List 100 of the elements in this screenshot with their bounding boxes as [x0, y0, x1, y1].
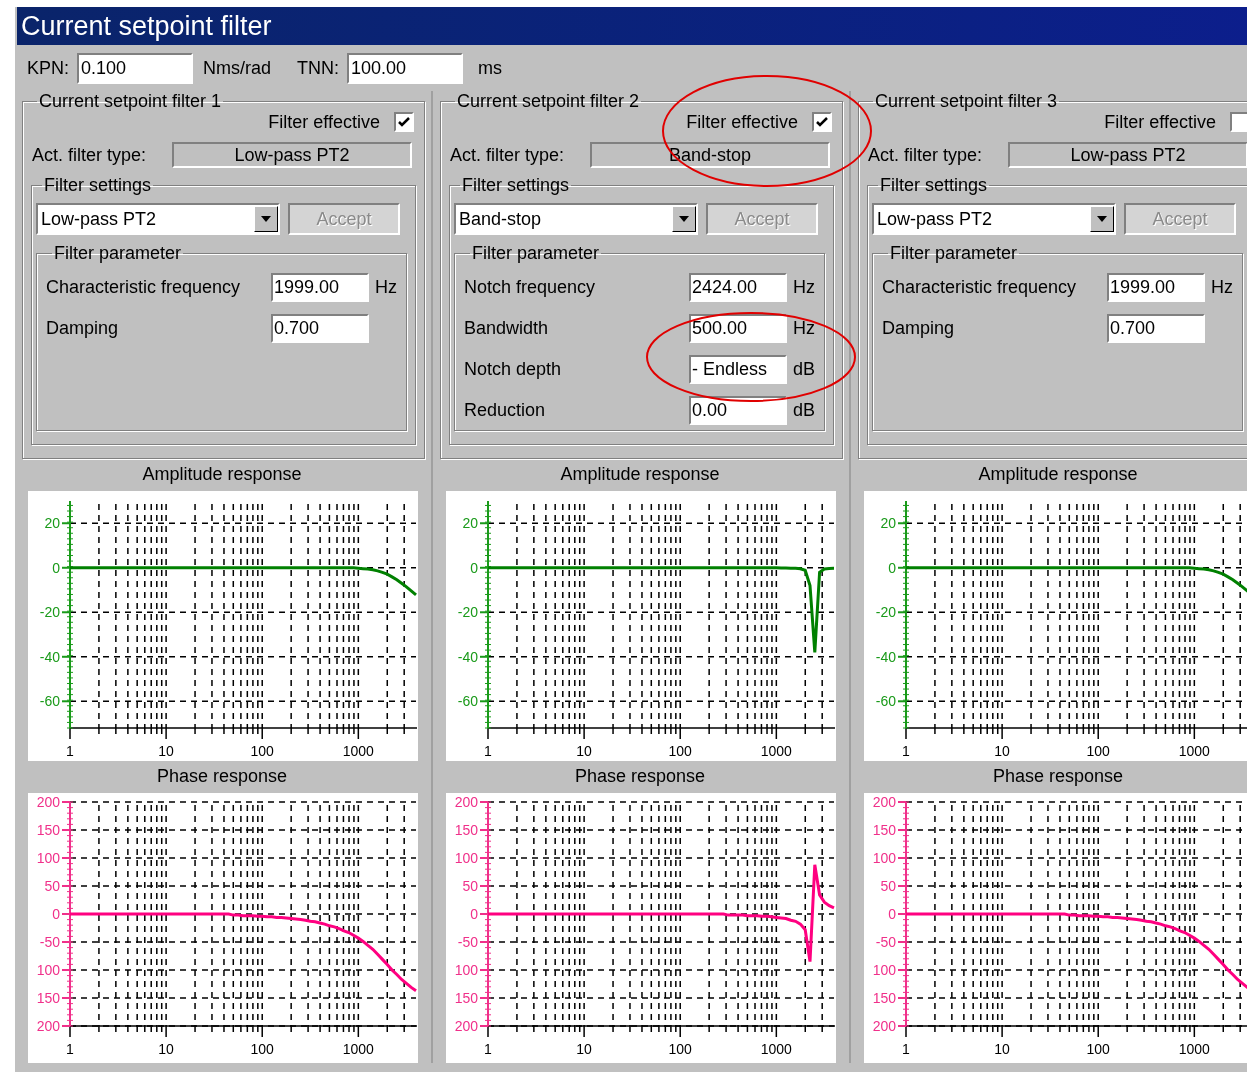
tick-label: 1 [902, 1041, 910, 1057]
checkbox[interactable] [394, 112, 414, 132]
tick-label: 1000 [342, 1041, 374, 1057]
field-label: Characteristic frequency [46, 276, 242, 299]
input-field[interactable]: 0.100 [77, 52, 193, 84]
tick-label: -50 [39, 934, 60, 950]
tick-label: 10 [576, 743, 592, 759]
field-label: Notch depth [464, 358, 563, 381]
tick-label: 20 [44, 515, 60, 532]
tick-label: 200 [872, 1018, 896, 1034]
tick-label: 1000 [342, 743, 374, 759]
tick-label: 150 [872, 822, 896, 838]
tick-label: 200 [872, 794, 896, 810]
tick-label: 100 [668, 1041, 692, 1057]
input-field[interactable]: 2424.00 [689, 273, 787, 302]
tick-label: 10 [158, 1041, 174, 1057]
input-field[interactable]: 500.00 [689, 314, 787, 343]
field-label: Damping [882, 317, 956, 340]
field-label: Reduction [464, 399, 547, 422]
tick-label: -20 [875, 604, 896, 621]
tick-label: 10 [576, 1041, 592, 1057]
group-title: Filter parameter [889, 243, 1019, 263]
chart-title: Amplitude response [977, 463, 1139, 486]
tick-label: -60 [457, 693, 478, 710]
filter-type-dropdown[interactable]: Band-stop [454, 203, 698, 235]
input-field[interactable]: 100.00 [347, 52, 464, 84]
tick-label: 1000 [760, 1041, 792, 1057]
group-title: Current setpoint filter 2 [456, 91, 641, 111]
group-title: Current setpoint filter 1 [38, 91, 223, 111]
unit-label: Hz [793, 276, 815, 299]
input-field[interactable]: - Endless [689, 355, 787, 384]
chart-title: Phase response [573, 765, 707, 788]
tick-label: 50 [44, 878, 60, 894]
tick-label: 150 [454, 990, 478, 1006]
field-label: Act. filter type: [450, 143, 566, 167]
unit-label: Hz [1211, 276, 1233, 299]
tick-label: 1 [902, 743, 910, 759]
group-title: Filter settings [879, 175, 989, 195]
tick-label: 0 [888, 906, 896, 922]
chart-title: Phase response [155, 765, 289, 788]
tick-label: 100 [872, 850, 896, 866]
filter-type-display: Low-pass PT2 [172, 142, 412, 168]
checkbox[interactable] [812, 112, 833, 132]
field-label: Damping [46, 317, 120, 340]
tick-label: 10 [158, 743, 174, 759]
tick-label: 1 [484, 743, 492, 759]
tick-label: -40 [39, 648, 60, 665]
tick-label: 100 [250, 743, 274, 759]
chart-title: Amplitude response [141, 463, 303, 486]
tick-label: 100 [668, 743, 692, 759]
unit-label: Nms/rad [203, 56, 272, 80]
tick-label: 100 [1086, 1041, 1110, 1057]
tick-label: 100 [454, 850, 478, 866]
tick-label: 10 [994, 1041, 1010, 1057]
input-field[interactable]: 0.700 [1107, 314, 1205, 343]
tick-label: 100 [454, 962, 478, 978]
tick-label: 200 [36, 794, 60, 810]
chart-title: Amplitude response [559, 463, 721, 486]
tick-label: 200 [36, 1018, 60, 1034]
tick-label: -40 [457, 648, 478, 665]
tick-label: 200 [454, 1018, 478, 1034]
tick-label: 0 [52, 906, 60, 922]
filter-type-dropdown[interactable]: Low-pass PT2 [872, 203, 1116, 235]
unit-label: dB [793, 358, 816, 381]
unit-label: Hz [793, 317, 815, 340]
tick-label: 200 [454, 794, 478, 810]
field-label: Act. filter type: [868, 143, 984, 167]
input-field[interactable]: 1999.00 [1107, 273, 1205, 302]
tick-label: 1 [484, 1041, 492, 1057]
tick-label: -40 [875, 648, 896, 665]
tick-label: 20 [880, 515, 896, 532]
checkbox-label: Filter effective [268, 110, 380, 134]
tick-label: 0 [470, 559, 478, 576]
field-label: Act. filter type: [32, 143, 148, 167]
tick-label: 1 [66, 1041, 74, 1057]
field-label: Bandwidth [464, 317, 550, 340]
tick-label: 100 [36, 962, 60, 978]
tick-label: 1 [66, 743, 74, 759]
checkbox[interactable] [1230, 112, 1247, 132]
tick-label: -60 [39, 693, 60, 710]
filter-type-display: Low-pass PT2 [1008, 142, 1247, 168]
filter-type-dropdown[interactable]: Low-pass PT2 [36, 203, 280, 235]
input-field[interactable]: 1999.00 [271, 273, 369, 302]
checkbox-label: Filter effective [1104, 110, 1216, 134]
group-title: Filter parameter [471, 243, 601, 263]
tick-label: 1000 [1178, 743, 1210, 759]
input-field[interactable]: 0.700 [271, 314, 369, 343]
tick-label: 50 [462, 878, 478, 894]
tick-label: 100 [1086, 743, 1110, 759]
chart-title: Phase response [991, 765, 1125, 788]
field-label: TNN: [297, 56, 340, 80]
group-title: Filter parameter [53, 243, 183, 263]
window-title: Current setpoint filter [17, 7, 1247, 45]
input-field[interactable]: 0.00 [689, 396, 787, 425]
tick-label: 100 [872, 962, 896, 978]
field-label: Characteristic frequency [882, 276, 1078, 299]
tick-label: 100 [250, 1041, 274, 1057]
field-label: KPN: [27, 56, 69, 80]
tick-label: -20 [39, 604, 60, 621]
group-title: Current setpoint filter 3 [874, 91, 1059, 111]
